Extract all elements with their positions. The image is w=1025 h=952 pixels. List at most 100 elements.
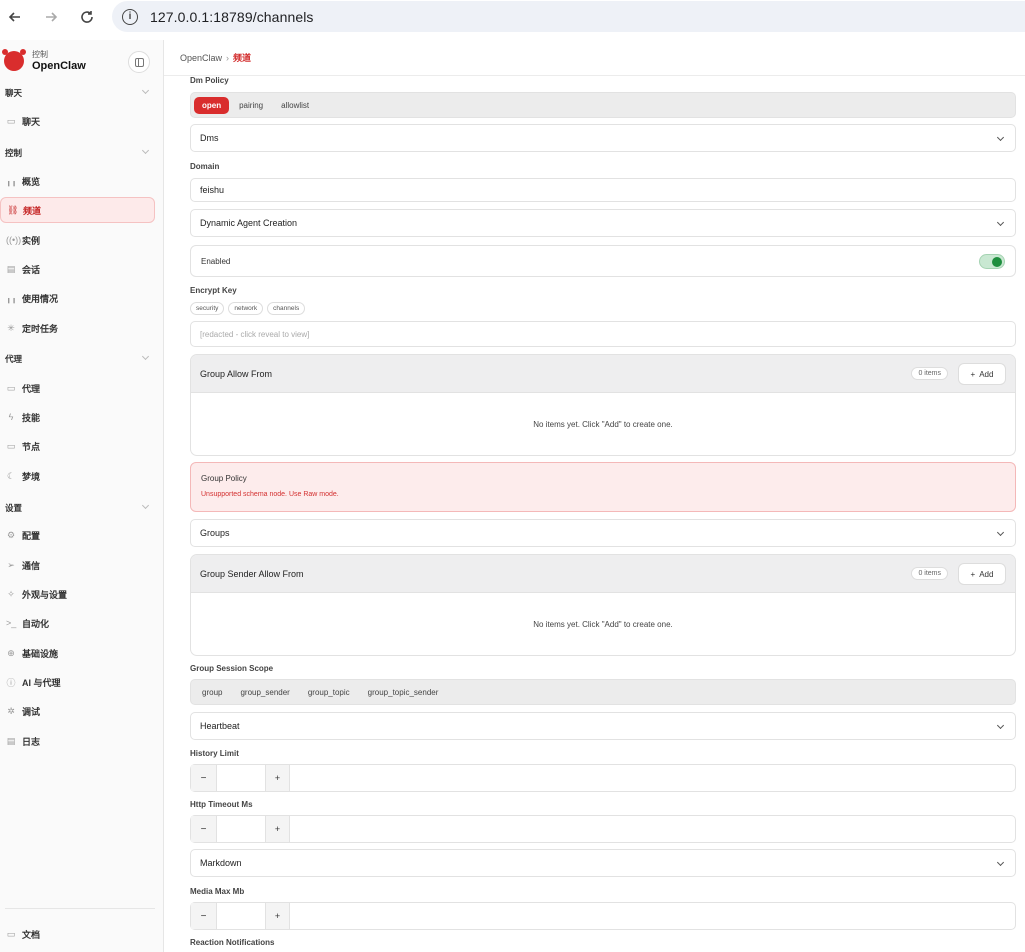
chevron-down-icon[interactable] <box>141 146 150 155</box>
url-text[interactable]: 127.0.0.1:18789/channels <box>150 9 314 25</box>
segment-option[interactable]: allowlist <box>273 97 317 114</box>
sidebar-item-usage[interactable]: ╻╻ 使用情况 <box>0 285 155 311</box>
group-sender-allow-from-header: Group Sender Allow From 0 items + Add <box>191 555 1015 593</box>
reaction-notifications-label: Reaction Notifications <box>190 938 275 947</box>
site-info-icon[interactable]: i <box>122 8 138 25</box>
sidebar-footer <box>5 908 155 909</box>
sidebar-item-dreams[interactable]: ☾ 梦境 <box>0 463 155 489</box>
media-max-input[interactable] <box>217 903 265 929</box>
chevron-down-icon <box>996 858 1005 867</box>
chevron-down-icon <box>996 133 1005 142</box>
sidebar-item-label: 节点 <box>22 441 41 452</box>
message-icon: ▭ <box>6 115 16 126</box>
sidebar-item-overview[interactable]: ╻╻ 概览 <box>0 168 155 194</box>
enabled-toggle[interactable] <box>979 254 1005 269</box>
markdown-title: Markdown <box>200 858 242 868</box>
back-button[interactable] <box>1 3 29 31</box>
media-max-stepper: − + <box>190 902 1016 930</box>
groups-section[interactable]: Groups <box>190 519 1016 547</box>
segment-option[interactable]: group_topic <box>300 684 358 701</box>
segment-option[interactable]: open <box>194 96 230 114</box>
markdown-section[interactable]: Markdown <box>190 849 1016 877</box>
segment-option[interactable]: group <box>194 684 230 701</box>
sidebar-item-sessions[interactable]: ▤ 会话 <box>0 256 155 282</box>
decrement-button[interactable]: − <box>191 816 217 842</box>
chevron-down-icon[interactable] <box>141 86 150 95</box>
dm-policy-segmented: open pairing allowlist <box>190 92 1016 118</box>
sidebar-section-title[interactable]: 聊天 <box>5 87 22 99</box>
address-bar[interactable]: i 127.0.0.1:18789/channels <box>112 1 1025 32</box>
domain-label: Domain <box>190 162 220 171</box>
sidebar-item-chat[interactable]: ▭ 聊天 <box>0 108 155 134</box>
sidebar-item-infrastructure[interactable]: ⊕ 基础设施 <box>0 640 155 666</box>
group-sender-allow-from-card: Group Sender Allow From 0 items + Add No … <box>190 554 1016 656</box>
collapse-sidebar-button[interactable] <box>128 51 150 73</box>
forward-button[interactable] <box>37 3 65 31</box>
chevron-down-icon[interactable] <box>141 501 150 510</box>
enabled-label: Enabled <box>201 256 231 266</box>
group-policy-alert: Group Policy Unsupported schema node. Us… <box>190 462 1016 512</box>
sidebar-section-title[interactable]: 设置 <box>5 502 22 514</box>
increment-button[interactable]: + <box>265 765 290 791</box>
tag-chip: network <box>228 302 264 315</box>
http-timeout-input[interactable] <box>217 816 265 842</box>
increment-button[interactable]: + <box>265 816 290 842</box>
sidebar-section-title[interactable]: 控制 <box>5 147 22 159</box>
terminal-icon: >_ <box>6 618 17 628</box>
bar-chart-icon: ╻╻ <box>6 292 17 303</box>
moon-icon: ☾ <box>6 470 16 481</box>
main-panel: OpenClaw › 频道 Dm Policy open pairing allow… <box>164 40 1025 952</box>
decrement-button[interactable]: − <box>191 765 217 791</box>
sidebar-item-label: 通信 <box>22 560 41 571</box>
encrypt-key-field[interactable]: [redacted - click reveal to view] <box>190 321 1016 347</box>
sidebar-item-config[interactable]: ⚙ 配置 <box>0 522 155 548</box>
heartbeat-section[interactable]: Heartbeat <box>190 712 1016 740</box>
tag-chip: security <box>190 302 225 315</box>
sidebar-item-nodes[interactable]: ▭ 节点 <box>0 433 155 459</box>
empty-state: No items yet. Click "Add" to create one. <box>533 619 673 629</box>
history-limit-label: History Limit <box>190 749 239 758</box>
sidebar-section-title[interactable]: 代理 <box>5 353 22 365</box>
sidebar-item-label: 聊天 <box>22 116 41 127</box>
sidebar-item-label: 文档 <box>22 929 41 940</box>
reload-button[interactable] <box>73 3 101 31</box>
segment-option[interactable]: group_sender <box>232 684 297 701</box>
sidebar-item-cron[interactable]: ✳ 定时任务 <box>0 315 155 341</box>
plus-icon: + <box>970 569 976 579</box>
send-icon: ➢ <box>7 559 15 570</box>
history-limit-input[interactable] <box>217 765 265 791</box>
dms-title: Dms <box>200 133 219 143</box>
dynamic-agent-creation-section[interactable]: Dynamic Agent Creation <box>190 209 1016 237</box>
segment-option[interactable]: group_topic_sender <box>360 684 447 701</box>
sidebar-item-logs[interactable]: ▤ 日志 <box>0 728 155 754</box>
empty-state: No items yet. Click "Add" to create one. <box>533 419 673 429</box>
segment-option[interactable]: pairing <box>231 97 271 114</box>
sidebar-item-ai-agents[interactable]: ⓘ AI 与代理 <box>0 669 155 695</box>
sidebar-item-skills[interactable]: ϟ 技能 <box>0 404 155 430</box>
sidebar-item-debug[interactable]: ✲ 调试 <box>0 698 155 724</box>
group-allow-from-title: Group Allow From <box>200 368 273 379</box>
sidebar-item-comms[interactable]: ➢ 通信 <box>0 552 155 578</box>
brand-name: OpenClaw <box>32 60 86 72</box>
plus-icon: + <box>970 369 976 379</box>
sidebar-item-instances[interactable]: ((•)) 实例 <box>0 227 155 253</box>
sidebar-item-automation[interactable]: >_ 自动化 <box>0 610 155 636</box>
increment-button[interactable]: + <box>265 903 290 929</box>
chevron-down-icon[interactable] <box>141 352 150 361</box>
tag-chip: channels <box>267 302 306 315</box>
breadcrumb-root[interactable]: OpenClaw <box>180 53 222 63</box>
brand[interactable]: 控制 OpenClaw <box>2 49 86 72</box>
dms-section[interactable]: Dms <box>190 124 1016 152</box>
sidebar-item-docs[interactable]: ▭ 文档 <box>0 921 155 947</box>
add-label: Add <box>979 569 994 579</box>
domain-field[interactable]: feishu <box>190 178 1016 202</box>
sidebar-item-channels[interactable]: ⛓ 频道 <box>0 197 155 223</box>
add-group-sender-button[interactable]: + Add <box>958 563 1006 585</box>
sidebar-item-label: 频道 <box>23 205 42 216</box>
sidebar-item-agents[interactable]: ▭ 代理 <box>0 375 155 401</box>
arrow-right-icon <box>46 11 58 22</box>
add-group-allow-button[interactable]: + Add <box>958 363 1006 385</box>
decrement-button[interactable]: − <box>191 903 217 929</box>
browser-toolbar: i 127.0.0.1:18789/channels <box>0 0 1025 33</box>
sidebar-item-appearance[interactable]: ✧ 外观与设置 <box>0 581 155 607</box>
